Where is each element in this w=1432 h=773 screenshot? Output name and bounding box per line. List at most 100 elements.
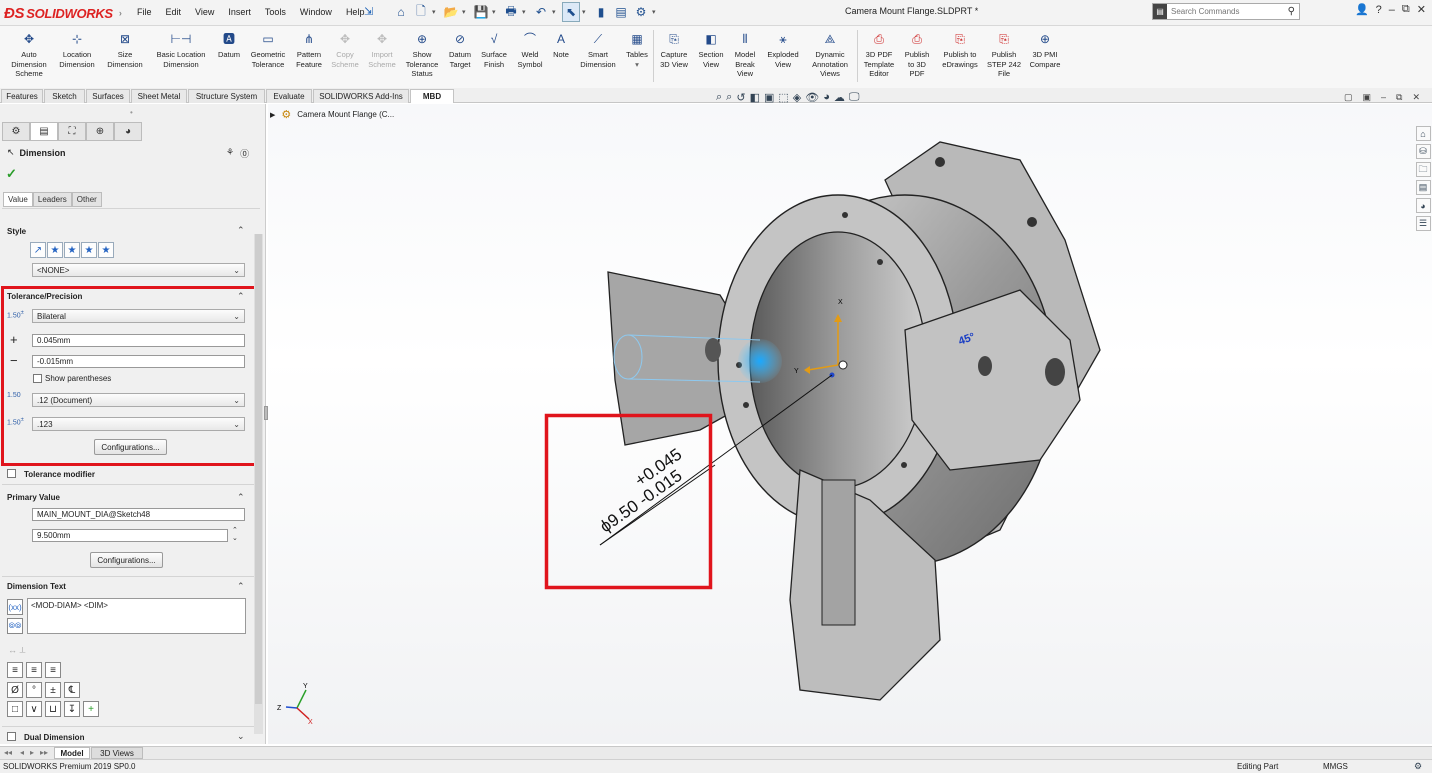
surface-finish-button[interactable]: √ Surface Finish (478, 32, 510, 69)
search-scope-icon[interactable]: ▤ (1153, 4, 1167, 19)
custom-properties-icon[interactable]: ☰ (1415, 216, 1431, 231)
chevron-down-icon[interactable]: ▾ (462, 8, 470, 16)
edit-appearance-icon[interactable]: ◕ (823, 91, 830, 104)
graphics-area[interactable]: X Y +0.045 ϕ9.50 -0.015 45° Y Z X (268, 104, 1432, 744)
drag-handle[interactable]: • (130, 108, 133, 117)
display-manager-tab-icon[interactable]: ◕ (114, 122, 142, 141)
save-icon[interactable]: 💾 (472, 2, 490, 22)
search-icon[interactable]: ⚲ (1288, 6, 1295, 17)
align-left-icon[interactable]: ≡ (7, 662, 23, 678)
ok-check-button[interactable]: ✓ (6, 166, 17, 182)
search-commands[interactable]: ▤ ⚲ (1152, 3, 1300, 20)
prev-tab-icon[interactable]: ◂ (20, 748, 24, 757)
smart-dimension-button[interactable]: ⟋ Smart Dimension (576, 32, 620, 69)
tile-view-icon[interactable]: ▣ (1362, 92, 1371, 103)
minimize-icon[interactable]: – (1389, 4, 1395, 16)
tab-leaders[interactable]: Leaders (32, 192, 72, 207)
3d-pmi-compare-button[interactable]: ⊕ 3D PMI Compare (1025, 32, 1065, 69)
location-dimension-button[interactable]: ⊹ Location Dimension (55, 32, 99, 69)
zoom-to-fit-icon[interactable]: ⌕ (716, 91, 722, 104)
search-input[interactable] (1171, 7, 1271, 16)
datum-target-button[interactable]: ⊘ Datum Target (444, 32, 476, 69)
tab-features[interactable]: Features (1, 89, 43, 103)
section-view-icon[interactable]: ◧ (750, 91, 760, 104)
align-right-icon[interactable]: ≡ (45, 662, 61, 678)
previous-view-icon[interactable]: ↺ (736, 91, 745, 104)
propertymanager-tab-icon[interactable]: ▤ (30, 122, 58, 141)
options-gear-icon[interactable]: ⚙ (632, 2, 650, 22)
degree-symbol-button[interactable]: ° (26, 682, 42, 698)
restore-icon[interactable]: ⧉ (1402, 3, 1410, 16)
collapse-caret-icon[interactable]: ⌃ (237, 225, 245, 236)
section-view-button[interactable]: ◧ Section View (694, 32, 728, 69)
dimension-name-input[interactable]: MAIN_MOUNT_DIA@Sketch48 (32, 508, 245, 521)
tolerance-modifier-checkbox[interactable] (7, 469, 16, 478)
tab-surfaces[interactable]: Surfaces (86, 89, 130, 103)
value-configurations-button[interactable]: Configurations... (90, 552, 163, 568)
datum-button[interactable]: 🅰 Datum (214, 32, 244, 60)
style-section-title[interactable]: Style (7, 227, 26, 236)
tables-button[interactable]: ▦ Tables ▾ (622, 32, 652, 69)
tab-model[interactable]: Model (54, 747, 90, 759)
delete-style-icon[interactable]: ★ (64, 242, 80, 258)
capture-3d-view-button[interactable]: ⎘ Capture 3D View (656, 32, 692, 69)
select-cursor-icon[interactable]: ⬉ (562, 2, 580, 22)
apply-scene-icon[interactable]: ☁ (834, 91, 845, 104)
collapse-caret-icon[interactable]: ⌃ (237, 581, 245, 592)
dimension-text-title[interactable]: Dimension Text (7, 582, 66, 591)
tab-other[interactable]: Other (71, 192, 102, 207)
import-scheme-button[interactable]: ✥ Import Scheme (364, 32, 400, 69)
pdf-template-editor-button[interactable]: ⎙ 3D PDF Template Editor (860, 32, 898, 79)
add-style-icon[interactable]: ★ (47, 242, 63, 258)
menu-window[interactable]: Window (293, 7, 339, 17)
new-document-icon[interactable]: 🗋 (412, 2, 430, 22)
menu-edit[interactable]: Edit (159, 7, 189, 17)
save-style-icon[interactable]: ★ (81, 242, 97, 258)
load-style-icon[interactable]: ★ (98, 242, 114, 258)
close-icon[interactable]: ✕ (1417, 3, 1426, 16)
dimension-text-xx-icon[interactable]: (xx) (7, 599, 23, 615)
tab-mbd[interactable]: MBD (410, 89, 454, 103)
design-library-icon[interactable]: ⛁ (1415, 144, 1431, 159)
tab-structure-system[interactable]: Structure System (188, 89, 265, 103)
publish-edrawings-button[interactable]: ⎘ Publish to eDrawings (937, 32, 983, 69)
panel-splitter-handle[interactable] (264, 406, 268, 420)
exploded-view-button[interactable]: ⚹ Exploded View (763, 32, 803, 69)
tab-evaluate[interactable]: Evaluate (266, 89, 312, 103)
plus-minus-symbol-button[interactable]: ± (45, 682, 61, 698)
split-view-icon[interactable]: ▢ (1344, 92, 1353, 103)
home-icon[interactable]: ⌂ (392, 2, 410, 22)
weld-symbol-button[interactable]: ⌒ Weld Symbol (513, 32, 547, 69)
menu-file[interactable]: File (130, 7, 159, 17)
customize-status-icon[interactable]: ⚙ (1414, 761, 1422, 772)
feature-tree-flyout[interactable]: ▶ ⚙ Camera Mount Flange (C... (270, 108, 394, 121)
appearances-icon[interactable]: ◕ (1415, 198, 1431, 213)
next-tab-icon[interactable]: ▸ (30, 748, 34, 757)
tab-value[interactable]: Value (3, 192, 33, 207)
tab-sheet-metal[interactable]: Sheet Metal (131, 89, 187, 103)
counterbore-symbol-icon[interactable]: ⊔ (45, 701, 61, 717)
menu-view[interactable]: View (188, 7, 221, 17)
dimension-text-inspect-icon[interactable]: ⦾⦾ (7, 618, 23, 634)
help-icon[interactable]: ⓪ (240, 147, 249, 160)
file-properties-icon[interactable]: ▤ (612, 2, 630, 22)
more-symbols-icon[interactable]: + (83, 701, 99, 717)
user-icon[interactable]: 👤 (1355, 3, 1369, 16)
panel-scrollbar[interactable] (254, 234, 263, 734)
dual-dimension-checkbox[interactable] (7, 732, 16, 741)
tab-solidworks-addins[interactable]: SOLIDWORKS Add-Ins (313, 89, 409, 103)
tab-sketch[interactable]: Sketch (44, 89, 85, 103)
minimize-pane-icon[interactable]: – (1381, 92, 1386, 103)
help-icon[interactable]: ? (1376, 4, 1382, 16)
expand-caret-icon[interactable]: ⌄ (237, 731, 245, 742)
diameter-symbol-button[interactable]: Ø (7, 682, 23, 698)
featuremanager-tab-icon[interactable]: ⚙ (2, 122, 30, 141)
centerline-symbol-button[interactable]: ℄ (64, 682, 80, 698)
chevron-down-icon[interactable]: ▾ (432, 8, 440, 16)
solidworks-resources-icon[interactable]: ⌂ (1415, 126, 1431, 141)
pattern-feature-button[interactable]: ⋔ Pattern Feature (292, 32, 326, 69)
primary-value-title[interactable]: Primary Value (7, 493, 60, 502)
expand-arrow-icon[interactable]: ▶ (270, 111, 275, 119)
auto-dimension-scheme-button[interactable]: ✥ Auto Dimension Scheme (11, 32, 46, 79)
traffic-light-icon[interactable]: ▮ (592, 2, 610, 22)
